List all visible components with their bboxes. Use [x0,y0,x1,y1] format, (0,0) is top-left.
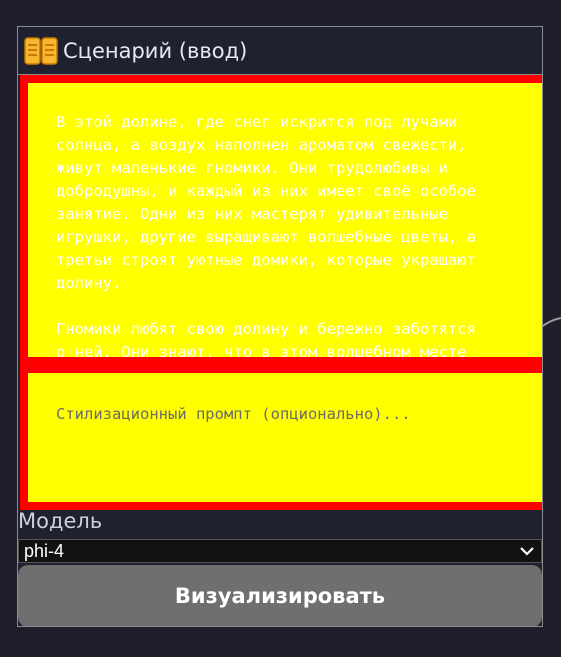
book-icon [23,33,59,69]
connection-wire [540,317,561,329]
style-prompt-textarea[interactable]: Стилизационный промпт (опционально)... [20,365,542,510]
scenario-input-node[interactable]: Сценарий (ввод) В этой долине, где снег … [17,26,543,627]
chevron-down-icon [520,547,534,556]
model-selected-value: phi-4 [24,540,65,561]
node-title: Сценарий (ввод) [63,38,248,63]
style-prompt-placeholder: Стилизационный промпт (опционально)... [56,405,411,423]
visualize-button[interactable]: Визуализировать [18,565,542,626]
story-text: В этой долине, где снег искрится под луч… [56,113,476,361]
node-header[interactable]: Сценарий (ввод) [18,27,542,75]
story-textarea[interactable]: В этой долине, где снег искрится под луч… [20,75,542,365]
model-label: Модель [18,509,103,533]
model-select[interactable]: phi-4 [18,539,542,563]
